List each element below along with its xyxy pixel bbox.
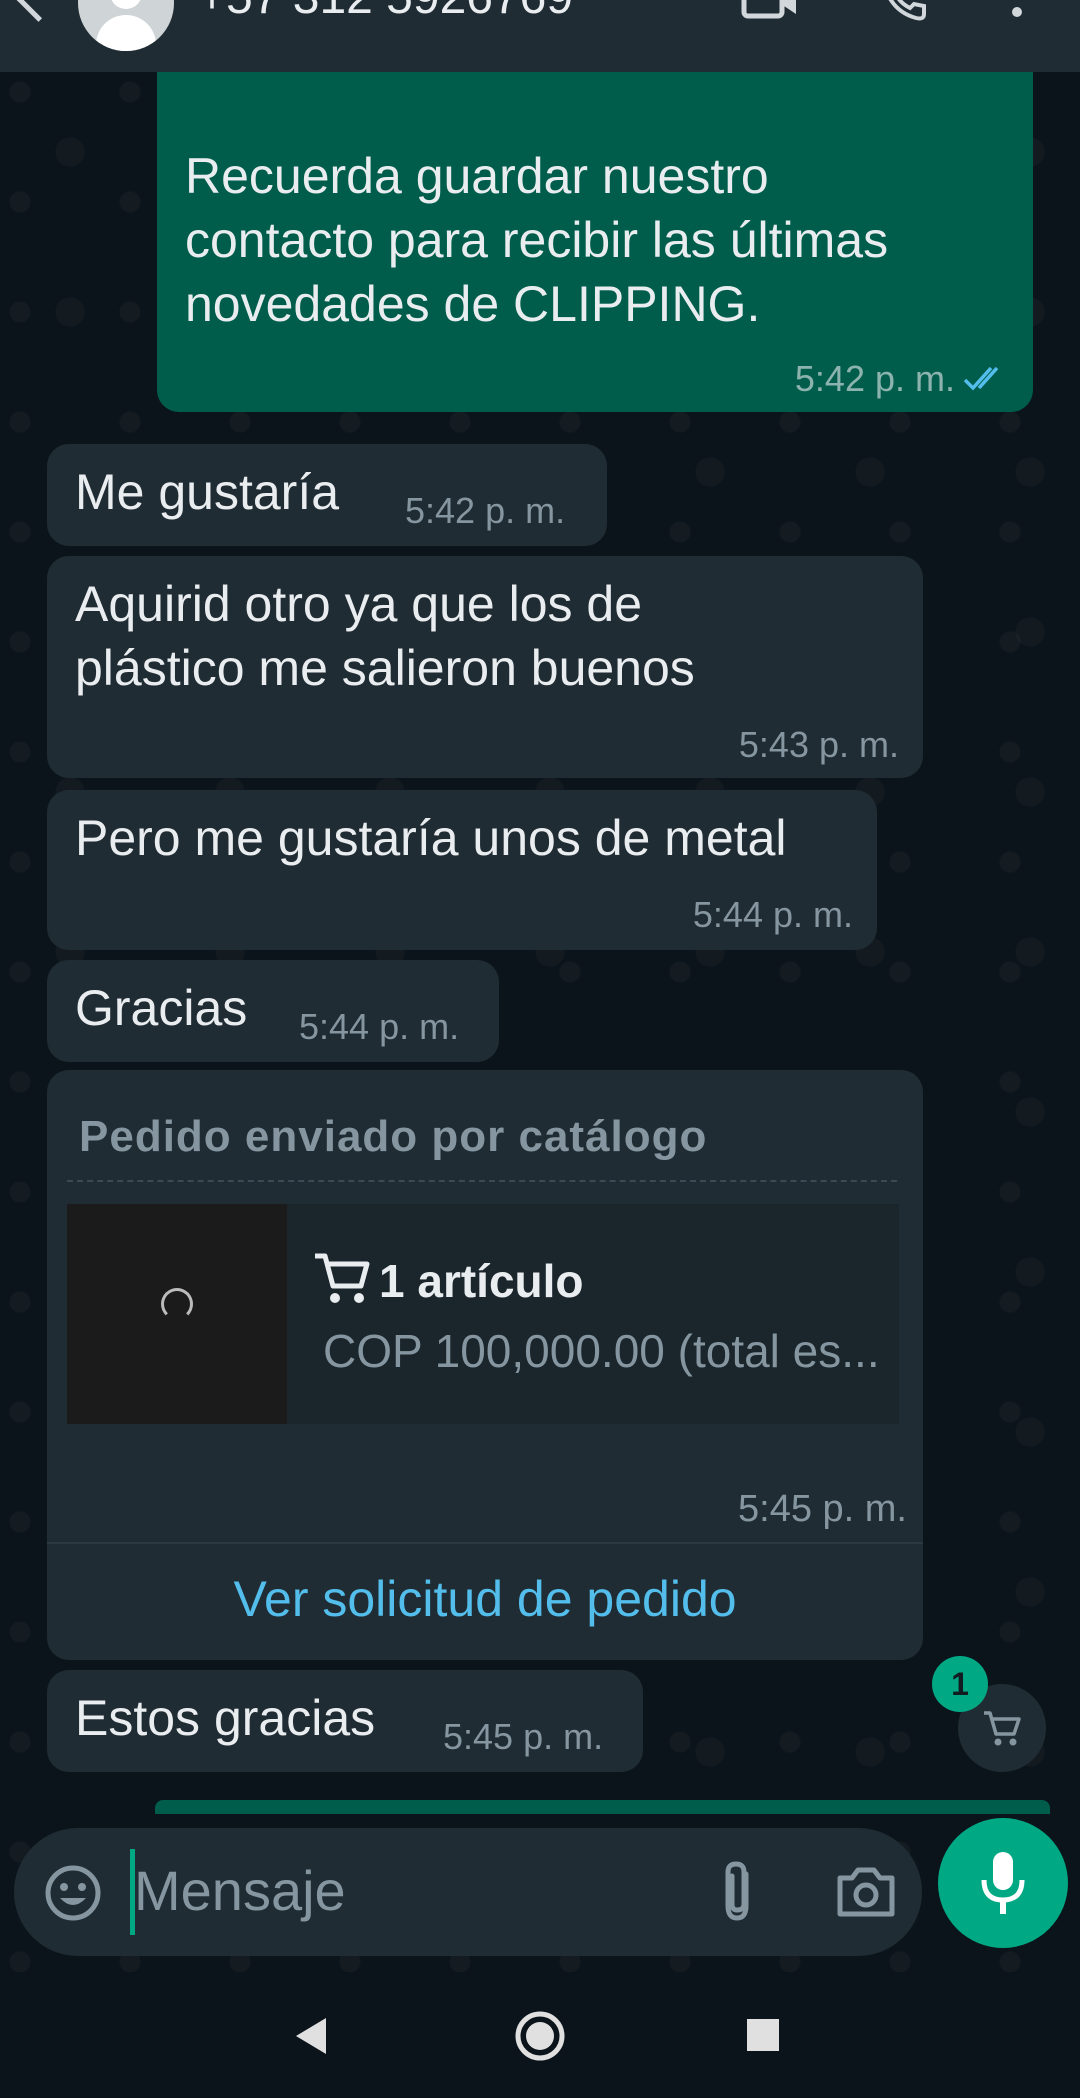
message-text: Recuerda guardar nuestro contacto para r…	[185, 148, 889, 332]
double-check-read-icon	[963, 366, 999, 391]
camera-icon[interactable]	[836, 1866, 896, 1918]
message-time: 5:44 p. m.	[299, 1006, 460, 1047]
message-bubble-incoming[interactable]: Aquirid otro ya que los de plástico me s…	[47, 556, 923, 778]
message-text: Me gustaría	[75, 464, 340, 520]
message-text: Estos gracias	[75, 1690, 376, 1746]
order-total: COP 100,000.00 (total es...	[323, 1325, 880, 1377]
attach-icon[interactable]	[716, 1860, 760, 1924]
message-time: 5:45 p. m.	[738, 1488, 907, 1530]
divider	[47, 1542, 923, 1544]
message-time: 5:43 p. m.	[738, 724, 899, 765]
message-bubble-incoming[interactable]: Me gustaría 5:42 p. m.	[47, 444, 607, 546]
order-items-count: 1 artículo	[379, 1255, 584, 1307]
voice-message-button[interactable]	[938, 1818, 1068, 1948]
view-order-button[interactable]: Ver solicitud de pedido	[47, 1570, 923, 1628]
message-time: 5:42 p. m.	[794, 358, 955, 399]
message-time: 5:42 p. m.	[405, 490, 566, 531]
message-time: 5:45 p. m.	[443, 1716, 604, 1757]
avatar[interactable]	[78, 0, 174, 51]
video-call-icon[interactable]	[740, 0, 800, 22]
cart-icon	[984, 1711, 1021, 1746]
microphone-icon	[981, 1852, 1025, 1914]
message-bubble-outgoing-peek	[155, 1800, 1050, 1814]
message-text: Gracias	[75, 980, 248, 1036]
order-summary[interactable]: 1 artículo COP 100,000.00 (total es...	[67, 1204, 899, 1424]
product-thumbnail	[67, 1204, 287, 1424]
emoji-icon[interactable]	[44, 1864, 102, 1922]
message-text: Aquirid otro ya que los de plástico me s…	[75, 576, 695, 696]
catalog-order-message[interactable]: Pedido enviado por catálogo 1 artículo C…	[47, 1070, 923, 1660]
nav-recents-icon[interactable]	[746, 2018, 780, 2052]
message-bubble-incoming[interactable]: Estos gracias 5:45 p. m.	[47, 1670, 643, 1772]
message-time: 5:44 p. m.	[692, 894, 853, 935]
contact-name[interactable]: +57 312 5926769	[198, 0, 573, 25]
message-bubble-outgoing[interactable]: Recuerda guardar nuestro contacto para r…	[157, 20, 1033, 412]
system-navigation-bar	[0, 1972, 1080, 2098]
message-input[interactable]: Mensaje	[134, 1858, 346, 1923]
back-arrow-icon[interactable]	[15, 0, 62, 22]
cart-icon	[315, 1253, 370, 1303]
voice-call-icon[interactable]	[880, 0, 930, 22]
cart-count-badge: 1	[932, 1656, 988, 1712]
order-header: Pedido enviado por catálogo	[67, 1070, 897, 1182]
nav-back-icon[interactable]	[292, 2016, 330, 2056]
message-text: Pero me gustaría unos de metal	[75, 810, 787, 866]
message-bubble-incoming[interactable]: Pero me gustaría unos de metal 5:44 p. m…	[47, 790, 877, 950]
chat-header: +57 312 5926769	[0, 0, 1080, 72]
order-header-text: Pedido enviado por catálogo	[79, 1112, 708, 1161]
message-bubble-incoming[interactable]: Gracias 5:44 p. m.	[47, 960, 499, 1062]
more-options-icon[interactable]	[1010, 0, 1024, 22]
nav-home-icon[interactable]	[514, 2010, 566, 2062]
